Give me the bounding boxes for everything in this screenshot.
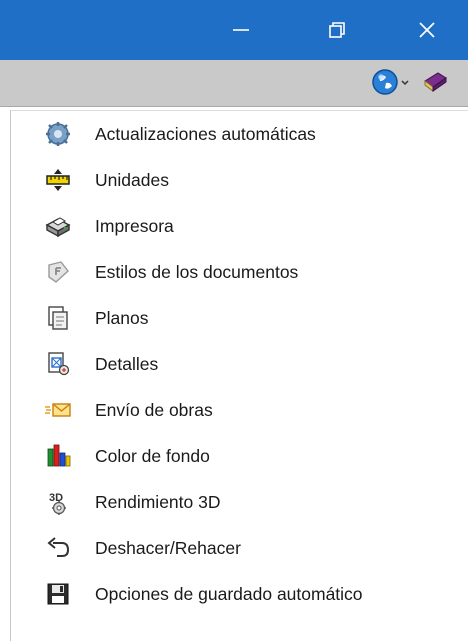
menu-item-label: Opciones de guardado automático [95, 584, 363, 604]
ruler-icon [46, 169, 70, 191]
printer-icon [45, 217, 71, 238]
book-dropdown-button[interactable] [420, 65, 450, 99]
menu-item-units[interactable]: Unidades [11, 157, 468, 203]
window-titlebar [0, 0, 468, 60]
3d-performance-icon: 3D [49, 492, 66, 515]
gear-update-icon [46, 122, 70, 146]
menu-item-label: Color de fondo [95, 446, 210, 466]
menu-item-label: Deshacer/Rehacer [95, 538, 241, 558]
plans-icon [48, 306, 68, 330]
menu-item-details[interactable]: Detalles [11, 341, 468, 387]
menu-item-label: Detalles [95, 354, 159, 374]
document-style-icon [48, 261, 69, 283]
toolbar [0, 60, 468, 107]
menu-item-label: Impresora [95, 216, 174, 236]
menu-item-plans[interactable]: Planos [11, 295, 468, 341]
menu-item-send-projects[interactable]: Envío de obras [11, 387, 468, 433]
menu-item-label: Planos [95, 308, 149, 328]
menu-item-label: Rendimiento 3D [95, 492, 221, 512]
undo-icon [47, 537, 70, 557]
menu-item-label: Envío de obras [95, 400, 213, 420]
menu-item-undo-redo[interactable]: Deshacer/Rehacer [11, 525, 468, 571]
details-icon [48, 352, 70, 376]
menu-item-3d-performance[interactable]: 3D Rendimiento 3D [11, 479, 468, 525]
chevron-down-icon [401, 80, 409, 86]
svg-text:3D: 3D [49, 492, 63, 504]
menu-item-background-color[interactable]: Color de fondo [11, 433, 468, 479]
background-color-icon [47, 444, 71, 467]
restore-icon [329, 22, 345, 38]
menu-item-label: Actualizaciones automáticas [95, 124, 316, 144]
globe-dropdown-button[interactable] [370, 65, 410, 99]
floppy-save-icon [47, 583, 69, 605]
menu-item-document-styles[interactable]: Estilos de los documentos [11, 249, 468, 295]
menu-item-printer[interactable]: Impresora [11, 203, 468, 249]
close-icon [419, 22, 435, 38]
minimize-button[interactable] [200, 0, 282, 60]
options-menu: Actualizaciones automáticas Unidades Imp… [10, 110, 468, 641]
book-icon [424, 72, 447, 92]
menu-item-label: Unidades [95, 170, 169, 190]
menu-item-label: Estilos de los documentos [95, 262, 299, 282]
restore-button[interactable] [296, 0, 378, 60]
menu-item-automatic-updates[interactable]: Actualizaciones automáticas [11, 111, 468, 157]
minimize-icon [233, 29, 249, 31]
globe-icon [372, 69, 398, 95]
menu-item-autosave-options[interactable]: Opciones de guardado automático [11, 571, 468, 617]
close-button[interactable] [386, 0, 468, 60]
send-mail-icon [45, 403, 71, 417]
